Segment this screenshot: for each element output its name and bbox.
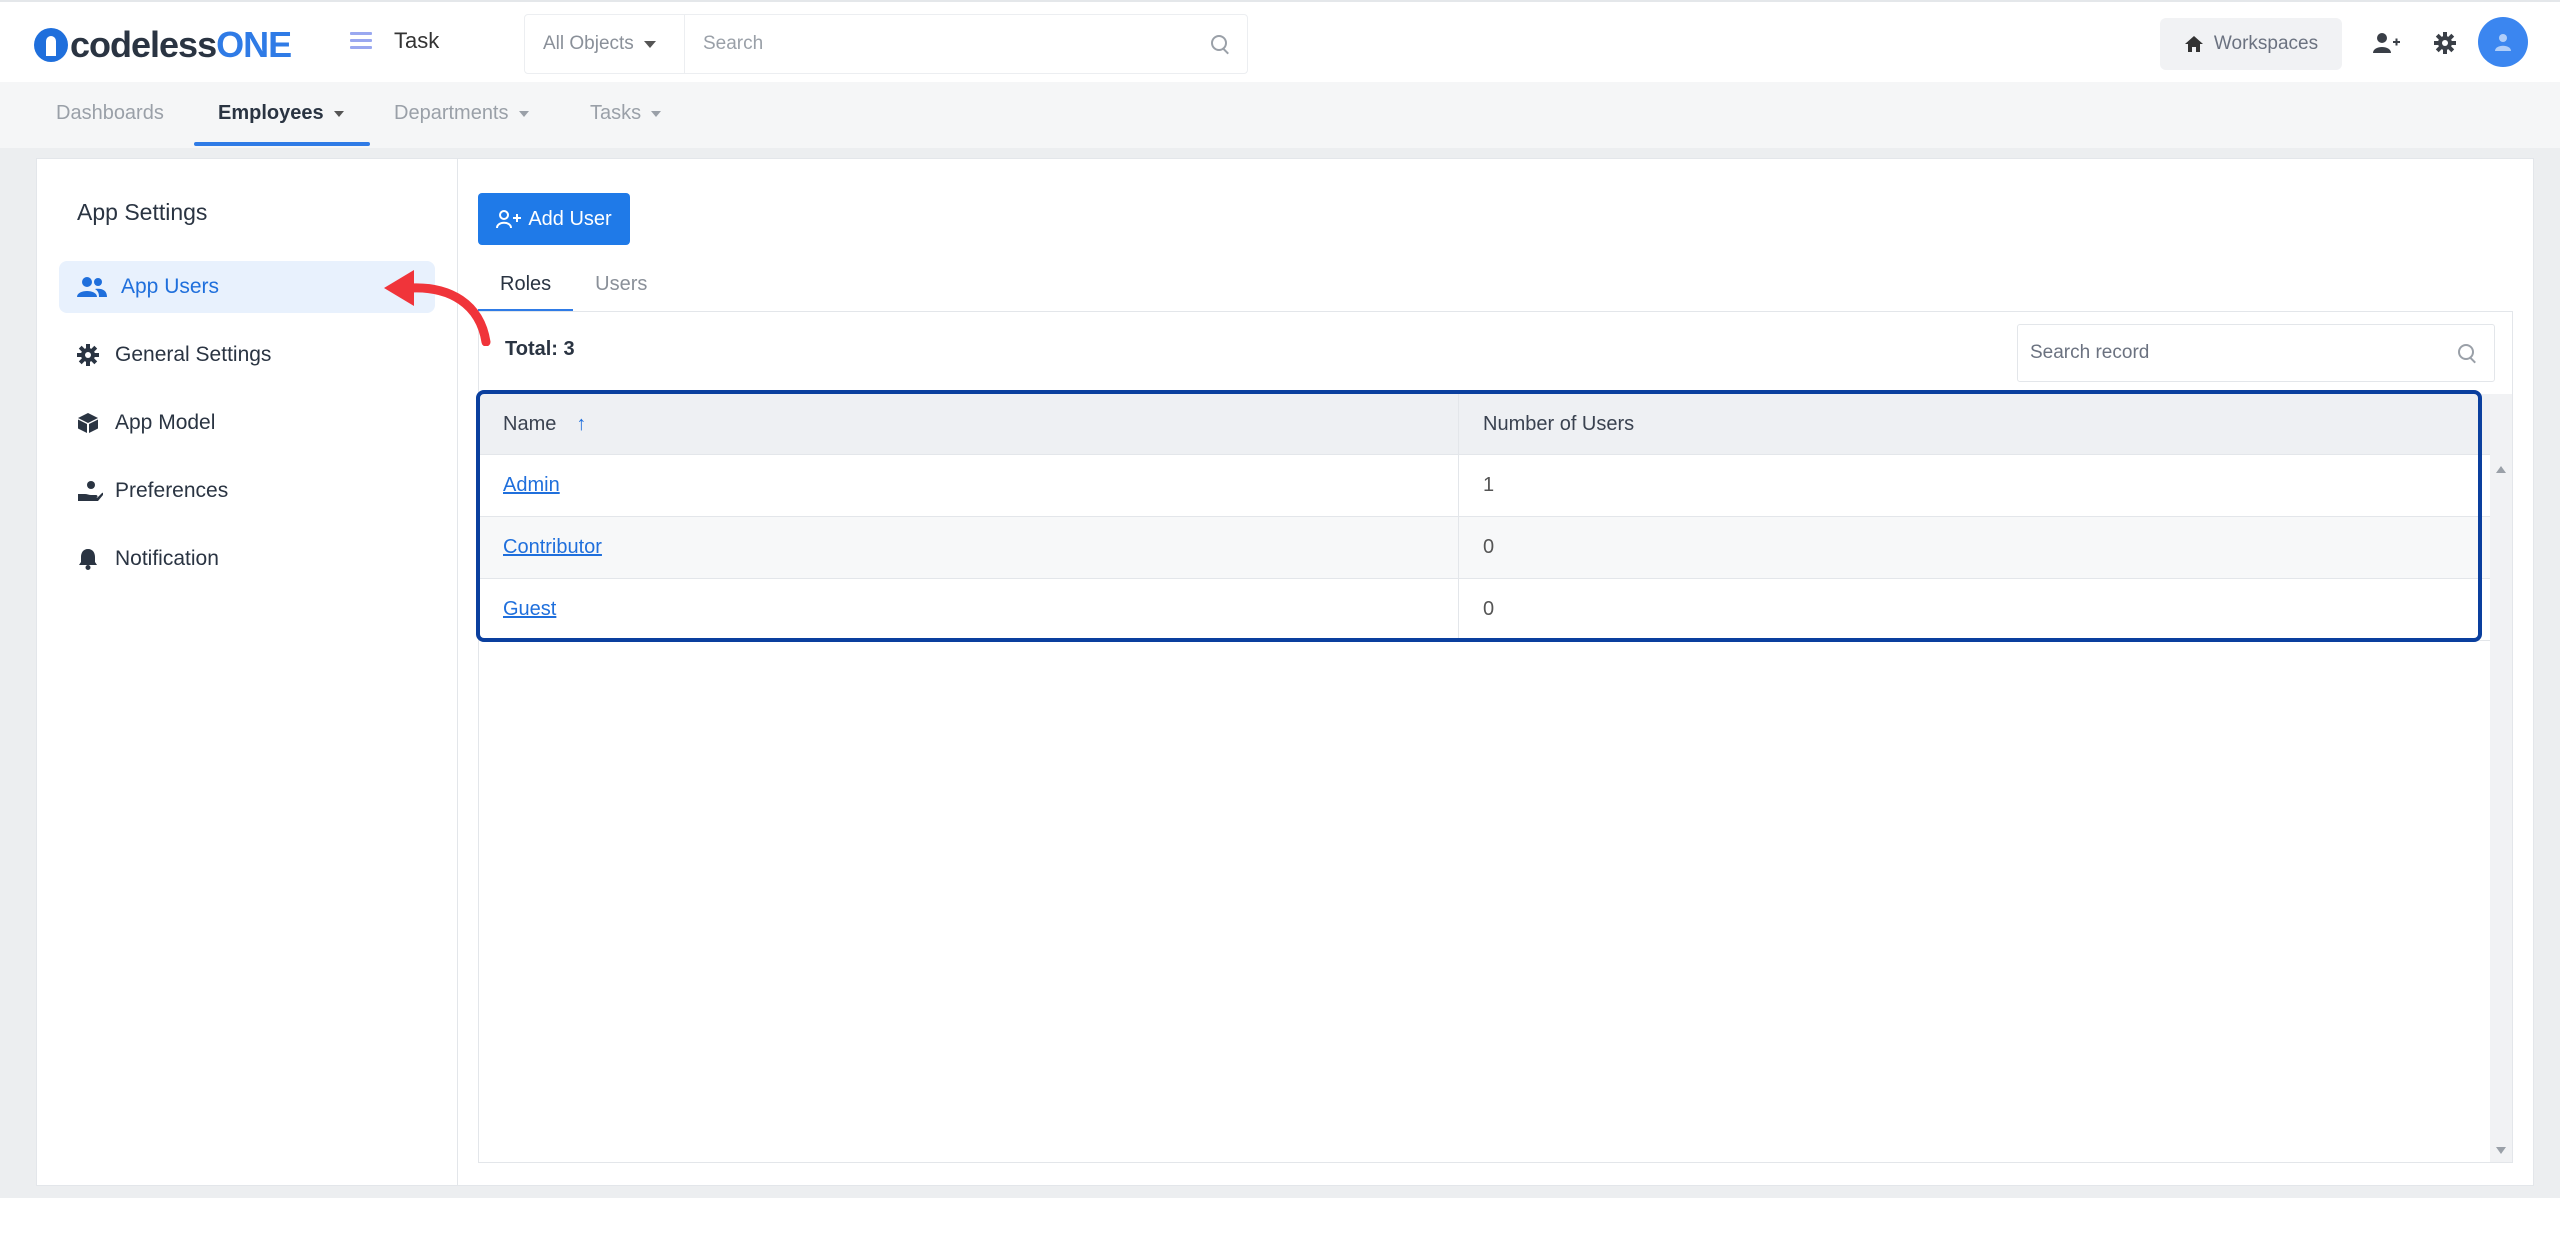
- workspaces-button[interactable]: Workspaces: [2160, 18, 2342, 70]
- search-icon[interactable]: [1211, 35, 1229, 53]
- sidebar-item-label: App Users: [121, 275, 220, 298]
- home-icon: [2184, 36, 2203, 52]
- sidebar-item-label: General Settings: [115, 343, 272, 366]
- hand-icon: [78, 481, 103, 501]
- search-record-input[interactable]: [2018, 341, 2458, 365]
- vertical-scrollbar[interactable]: [2490, 394, 2512, 1162]
- gear-icon: [77, 344, 99, 366]
- chevron-down-icon: [518, 110, 529, 117]
- sidebar-item-app-model[interactable]: App Model: [59, 397, 435, 449]
- top-bar: codelessONE Task All Objects Workspaces: [0, 0, 2560, 84]
- chevron-down-icon: [333, 110, 344, 117]
- user-count: 1: [1483, 474, 1495, 496]
- sidebar-item-notification[interactable]: Notification: [59, 533, 435, 585]
- chevron-down-icon: [643, 40, 656, 48]
- logo-text: codelessONE: [70, 24, 292, 65]
- cube-icon: [78, 413, 98, 433]
- users-icon: [77, 277, 107, 297]
- scroll-up-icon[interactable]: [2496, 466, 2506, 473]
- sidebar-item-preferences[interactable]: Preferences: [59, 465, 435, 517]
- sidebar-item-app-users[interactable]: App Users: [59, 261, 435, 313]
- bell-icon: [79, 549, 97, 570]
- search-icon[interactable]: [2458, 344, 2476, 362]
- user-count: 0: [1483, 536, 1495, 558]
- tab-users[interactable]: Users: [573, 259, 669, 309]
- total-count: Total: 3: [505, 338, 575, 360]
- nav-item-tasks[interactable]: Tasks: [590, 102, 662, 125]
- nav-bar: Dashboards Employees Departments Tasks: [0, 82, 2560, 149]
- annotation-arrow-icon: [384, 270, 491, 346]
- add-user-button[interactable]: Add User: [478, 193, 630, 245]
- role-link[interactable]: Admin: [503, 474, 560, 497]
- nav-item-departments[interactable]: Departments: [394, 102, 529, 125]
- user-count: 0: [1483, 598, 1495, 620]
- user-plus-icon: [496, 210, 522, 229]
- table-row: Guest 0: [479, 579, 2492, 641]
- add-user-label: Add User: [528, 207, 612, 230]
- list-icon: [350, 32, 372, 50]
- column-header-number-of-users[interactable]: Number of Users: [1459, 394, 2492, 454]
- table-row: Contributor 0: [479, 517, 2492, 579]
- scroll-down-icon[interactable]: [2496, 1147, 2506, 1154]
- sort-ascending-icon[interactable]: ↑: [576, 413, 586, 436]
- app-switcher[interactable]: Task: [350, 28, 439, 54]
- tab-bar: Roles Users: [478, 259, 669, 312]
- avatar[interactable]: [2478, 17, 2528, 67]
- user-icon: [2495, 34, 2511, 51]
- logo-mark-icon: [34, 28, 68, 62]
- global-search: All Objects: [524, 14, 1248, 74]
- column-header-name[interactable]: Name ↑: [479, 394, 1459, 454]
- roles-table-panel: Total: 3 Name ↑ Number of Users Admin: [478, 311, 2513, 1163]
- add-user-icon[interactable]: [2370, 26, 2404, 60]
- sidebar-item-label: Notification: [115, 547, 219, 570]
- main-content: Add User Roles Users Total: 3 Name ↑ Num…: [458, 159, 2533, 1185]
- object-select[interactable]: All Objects: [525, 15, 685, 73]
- search-input[interactable]: [685, 32, 1211, 56]
- chevron-down-icon: [651, 110, 662, 117]
- search-record-box: [2017, 324, 2495, 382]
- table-row: Admin 1: [479, 455, 2492, 517]
- gear-icon[interactable]: [2428, 26, 2462, 60]
- sidebar-item-general-settings[interactable]: General Settings: [59, 329, 435, 381]
- object-select-label: All Objects: [543, 33, 634, 54]
- roles-table: Name ↑ Number of Users Admin 1 Contribut…: [479, 394, 2492, 641]
- sidebar-item-label: Preferences: [115, 479, 229, 502]
- app-name: Task: [394, 28, 440, 53]
- active-tab-indicator: [194, 142, 370, 146]
- role-link[interactable]: Contributor: [503, 536, 602, 559]
- nav-item-employees[interactable]: Employees: [218, 102, 344, 125]
- table-header: Name ↑ Number of Users: [479, 394, 2492, 455]
- role-link[interactable]: Guest: [503, 598, 556, 621]
- sidebar-title: App Settings: [77, 199, 208, 225]
- nav-item-dashboards[interactable]: Dashboards: [56, 102, 164, 125]
- codelessone-logo[interactable]: codelessONE: [34, 24, 292, 66]
- sidebar-item-label: App Model: [115, 411, 216, 434]
- workspaces-label: Workspaces: [2213, 33, 2319, 54]
